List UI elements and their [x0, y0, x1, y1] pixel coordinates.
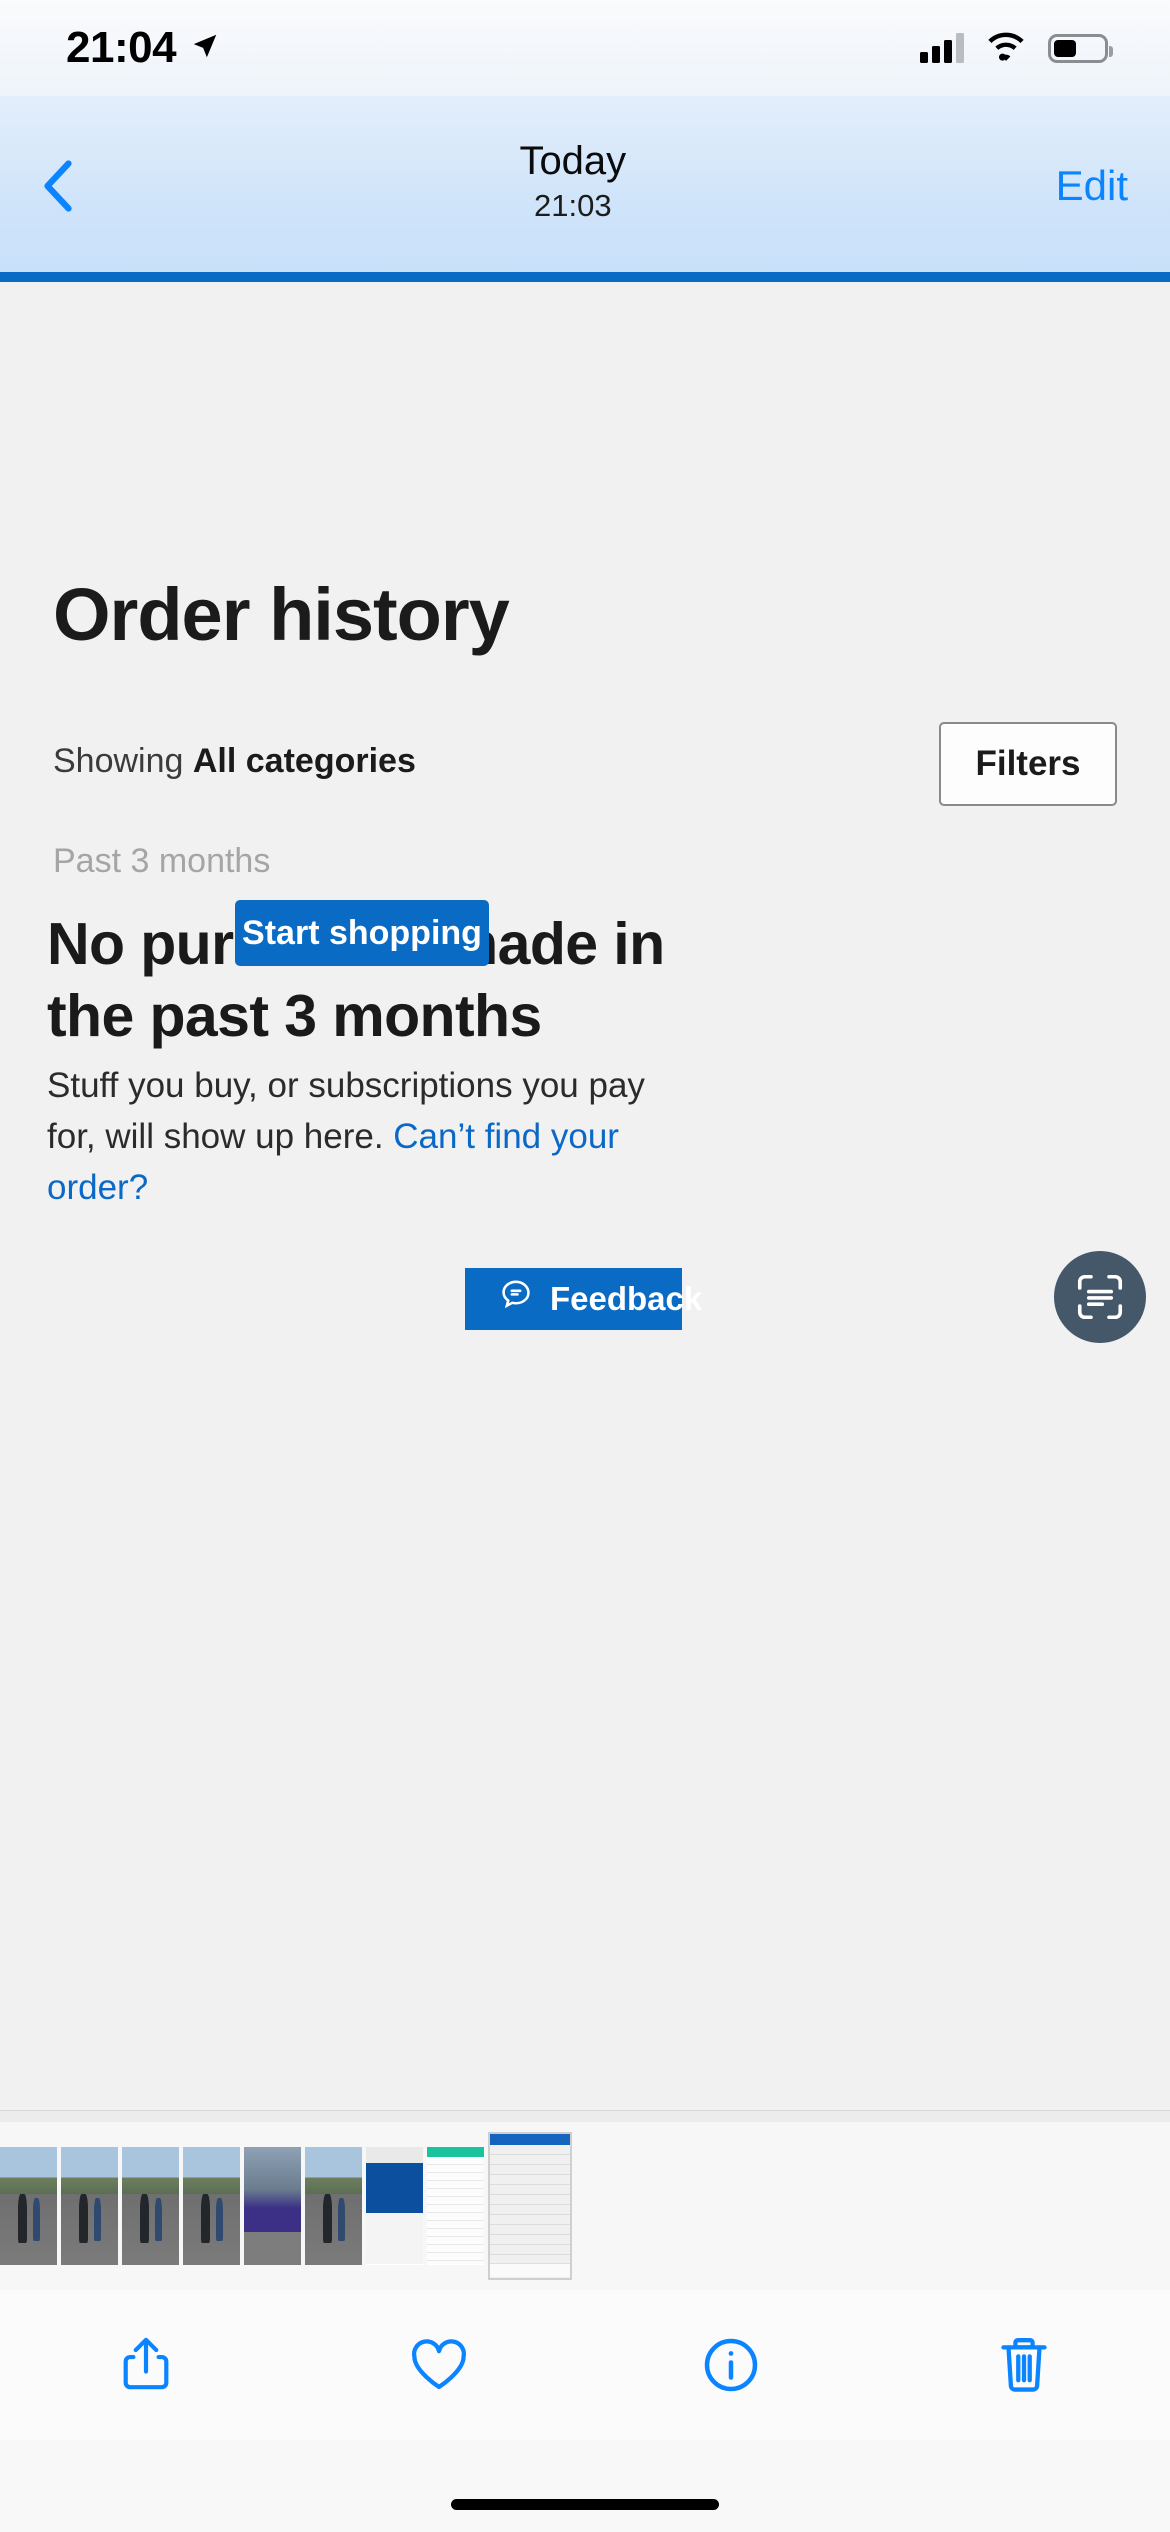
- thumbnail-race-banner-photo[interactable]: [244, 2146, 301, 2265]
- scan-text-icon: [1077, 1274, 1123, 1320]
- home-indicator: [451, 2499, 719, 2510]
- showing-label: Showing All categories: [53, 742, 416, 781]
- nav-title: Today: [519, 139, 627, 184]
- status-bar-left: 21:04: [66, 23, 220, 73]
- thumbnail-journey-screenshot[interactable]: [427, 2146, 484, 2265]
- feedback-label: Feedback: [550, 1280, 703, 1317]
- bottom-toolbar: [0, 2290, 1170, 2440]
- trash-icon: [1001, 2338, 1047, 2392]
- info-button[interactable]: [676, 2310, 786, 2420]
- thumbnail-runner-photo-3[interactable]: [122, 2146, 179, 2265]
- cellular-signal-icon: [920, 33, 964, 63]
- status-bar-clock: 21:04: [66, 23, 177, 72]
- nav-subtitle: 21:03: [534, 188, 612, 224]
- filters-button[interactable]: Filters: [939, 722, 1117, 806]
- scan-text-button[interactable]: [1054, 1251, 1146, 1343]
- feedback-button[interactable]: Feedback: [465, 1268, 702, 1330]
- back-button[interactable]: [26, 138, 90, 234]
- favourite-button[interactable]: [384, 2310, 494, 2420]
- status-bar-right: [920, 31, 1113, 66]
- thumbnail-order-history-screenshot[interactable]: [488, 2131, 572, 2280]
- navigation-bar: Today 21:03 Edit: [0, 96, 1170, 276]
- empty-state-body: Stuff you buy, or subscriptions you pay …: [47, 1061, 667, 1213]
- web-content-area: Order history Showing All categories Fil…: [0, 282, 1170, 2120]
- thumbnail-savings-screenshot[interactable]: [366, 2146, 423, 2265]
- info-icon: [704, 2338, 758, 2392]
- date-range-label: Past 3 months: [53, 842, 271, 880]
- back-chevron-icon: [44, 160, 72, 212]
- status-bar: 21:04: [0, 0, 1170, 96]
- feedback-chat-icon: [498, 1277, 534, 1321]
- start-shopping-button[interactable]: Start shopping: [235, 900, 489, 966]
- location-arrow-icon: [190, 31, 220, 66]
- page-title: Order history: [53, 573, 510, 656]
- delete-button[interactable]: [969, 2310, 1079, 2420]
- screenshot-thumbnail-strip[interactable]: [0, 2110, 1170, 2290]
- thumbnail-runner-photo-2[interactable]: [61, 2146, 118, 2265]
- nav-title-block: Today 21:03: [90, 139, 1056, 226]
- battery-icon: [1048, 33, 1113, 63]
- share-icon: [123, 2337, 169, 2390]
- phone-screen: 21:04 Today 21:03 Edit Order history Sho…: [0, 0, 1170, 2532]
- heart-icon: [411, 2339, 466, 2390]
- wifi-icon: [986, 31, 1026, 66]
- edit-button[interactable]: Edit: [1056, 162, 1132, 210]
- showing-value: All categories: [192, 742, 416, 780]
- thumbnail-runner-photo-5[interactable]: [305, 2146, 362, 2265]
- share-button[interactable]: [91, 2310, 201, 2420]
- thumbnail-runner-photo-4[interactable]: [183, 2146, 240, 2265]
- page-load-progress-bar: [0, 272, 1170, 282]
- thumbnail-runner-photo-1[interactable]: [0, 2146, 57, 2265]
- filter-row: Showing All categories Filters: [53, 722, 1117, 806]
- showing-prefix: Showing: [53, 742, 193, 780]
